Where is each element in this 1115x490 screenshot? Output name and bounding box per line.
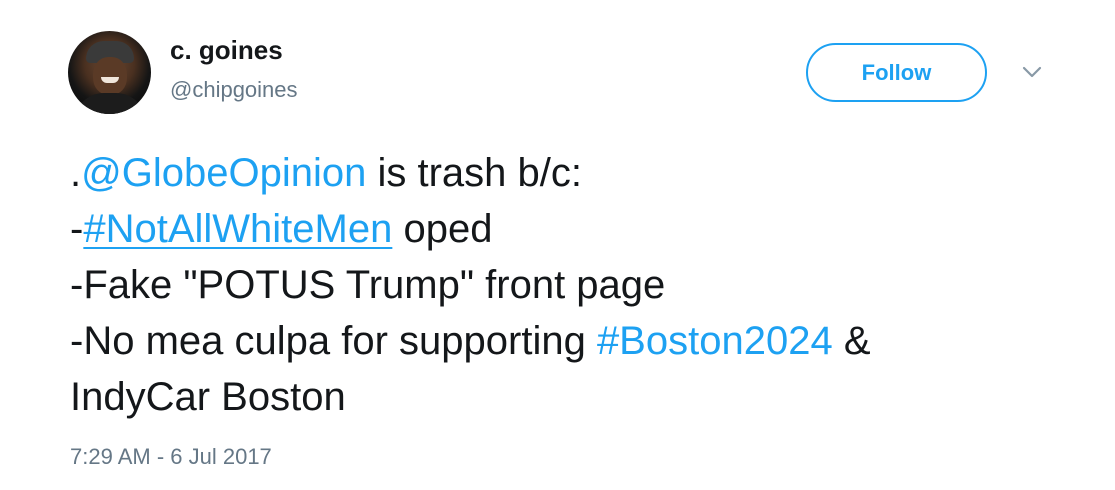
tweet-text: .@GlobeOpinion is trash b/c: -#NotAllWhi… (70, 145, 1080, 425)
tweet-line-5: IndyCar Boston (70, 375, 346, 419)
hashtag-link[interactable]: #NotAllWhiteMen (83, 207, 392, 251)
tweet-text-segment: - (70, 207, 84, 251)
tweet-text-segment: . (70, 151, 82, 195)
avatar-shirt (74, 93, 146, 114)
mention-link[interactable]: @GlobeOpinion (81, 151, 366, 195)
tweet-timestamp[interactable]: 7:29 AM - 6 Jul 2017 (70, 443, 272, 471)
tweet-text-segment: oped (392, 207, 493, 251)
author-avatar[interactable] (68, 31, 151, 114)
avatar-face (93, 57, 127, 95)
chevron-down-icon[interactable] (1020, 62, 1044, 82)
author-name[interactable]: c. goines (170, 34, 283, 66)
author-handle[interactable]: @chipgoines (170, 76, 298, 104)
tweet-line-2: -#NotAllWhiteMen oped (70, 201, 1080, 257)
tweet-line-1: .@GlobeOpinion is trash b/c: (70, 145, 1080, 201)
tweet-card: c. goines @chipgoines Follow .@GlobeOpin… (0, 0, 1115, 490)
tweet-text-segment: is trash b/c: (366, 151, 582, 195)
tweet-line-3: -Fake "POTUS Trump" front page (70, 263, 666, 307)
tweet-text-segment: & (832, 319, 871, 363)
tweet-line-4: -No mea culpa for supporting #Boston2024… (70, 313, 1080, 369)
tweet-text-segment: -No mea culpa for supporting (70, 319, 597, 363)
hashtag-link[interactable]: #Boston2024 (597, 319, 833, 363)
follow-button[interactable]: Follow (806, 43, 987, 102)
